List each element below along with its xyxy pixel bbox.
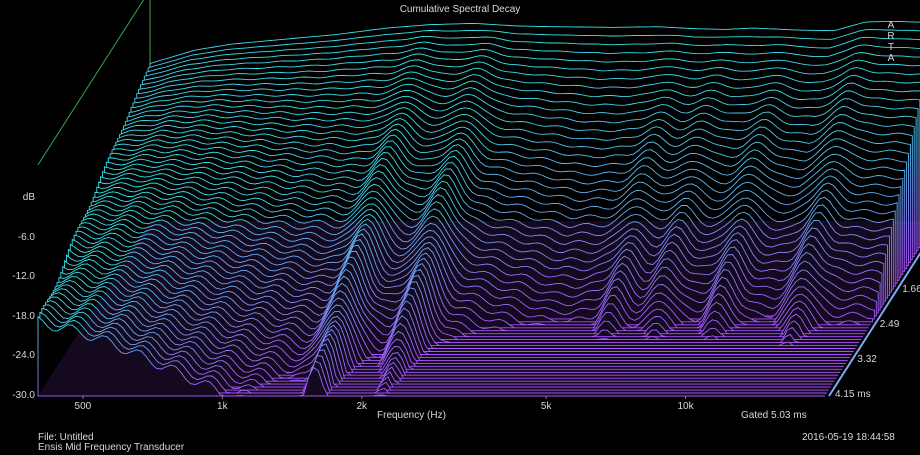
- z-tick-label: 4.15 ms: [835, 389, 871, 400]
- z-tick-label: 2.49: [879, 319, 900, 330]
- brand-letter: A: [887, 53, 895, 64]
- brand-letter: A: [887, 20, 895, 31]
- floor-plane: [38, 221, 920, 396]
- x-tick-label: 500: [74, 401, 92, 412]
- decay-slices: [37, 20, 920, 397]
- brand-letter: R: [887, 31, 895, 42]
- x-tick-label: 1k: [217, 401, 228, 412]
- gated-label: Gated 5.03 ms: [741, 410, 807, 421]
- x-tick-label: 2k: [356, 401, 368, 412]
- z-tick-label: 3.32: [857, 354, 877, 365]
- arta-brand: ARTA: [886, 20, 896, 64]
- y-tick-label: -30.0: [12, 390, 35, 401]
- chart-title: Cumulative Spectral Decay: [399, 4, 521, 15]
- x-tick-label: 10k: [677, 401, 694, 412]
- z-tick-label: 1.66: [902, 284, 920, 295]
- y-tick-label: -6.0: [17, 231, 35, 243]
- y-tick-label: -12.0: [12, 271, 35, 283]
- brand-letter: T: [887, 42, 895, 53]
- x-tick-label: 5k: [540, 401, 552, 412]
- datetime-label: 2016-05-19 18:44:58: [802, 432, 895, 443]
- y-tick-label: dB: [22, 192, 35, 203]
- x-axis-label: Frequency (Hz): [377, 410, 446, 421]
- y-tick-label: -18.0: [12, 310, 35, 322]
- waterfall-plot: [37, 0, 920, 399]
- y-tick-label: -24.0: [12, 350, 35, 362]
- description-label: Ensis Mid Frequency Transducer: [38, 442, 185, 453]
